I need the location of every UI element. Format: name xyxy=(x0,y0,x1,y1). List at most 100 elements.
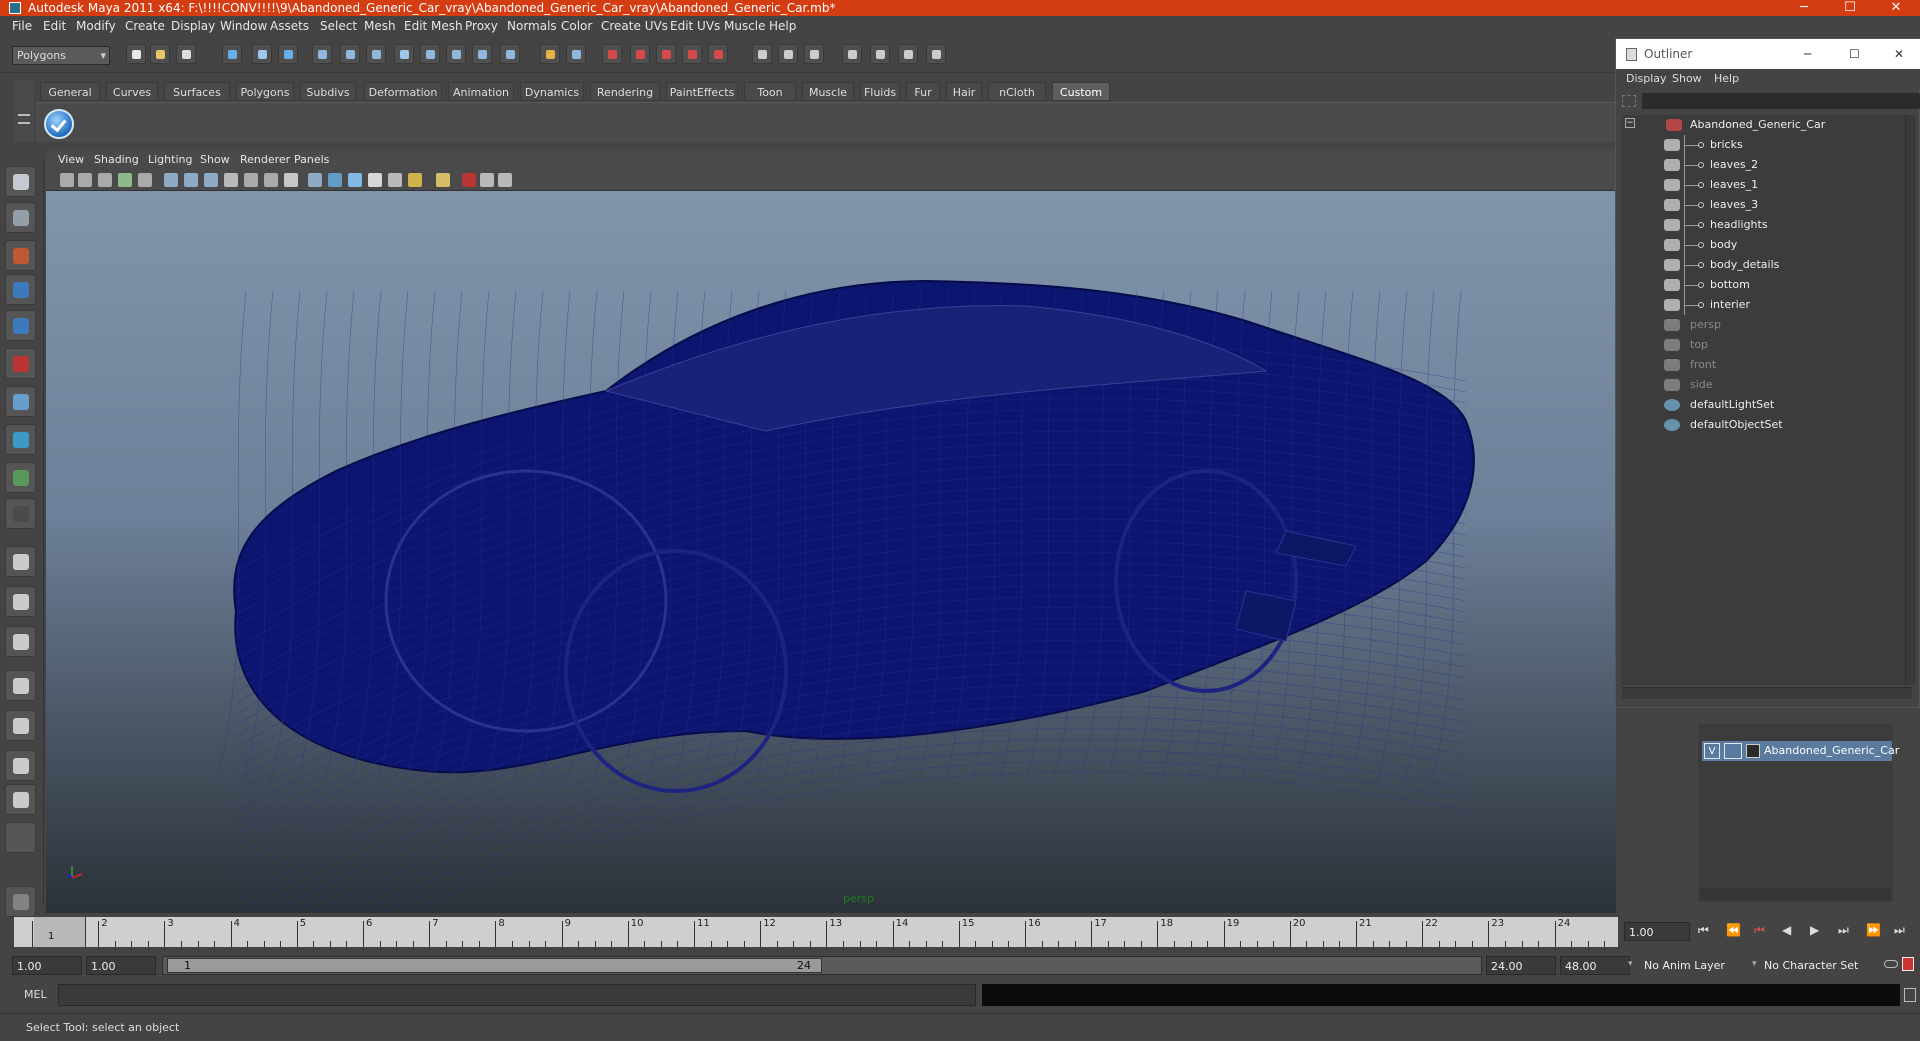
menu-create-uvs[interactable]: Create UVs xyxy=(601,19,668,33)
shelf-tab-animation[interactable]: Animation xyxy=(448,82,514,101)
universal-manipulator-icon[interactable] xyxy=(5,386,36,417)
status-tool-icon-18[interactable] xyxy=(630,44,650,64)
lasso-tool-icon[interactable] xyxy=(5,202,36,233)
panel-toolbar-icon-19[interactable] xyxy=(436,173,450,187)
panel-menu-lighting[interactable]: Lighting xyxy=(148,153,192,166)
status-tool-icon-11[interactable] xyxy=(420,44,440,64)
playback-start-field[interactable]: 1.00 xyxy=(86,956,156,975)
status-tool-icon-8[interactable] xyxy=(340,44,360,64)
menu-edit-uvs[interactable]: Edit UVs xyxy=(670,19,720,33)
outliner-item[interactable]: headlights xyxy=(1622,215,1902,235)
shelf-tab-deformation[interactable]: Deformation xyxy=(364,82,442,101)
panel-toolbar-icon-22[interactable] xyxy=(498,173,512,187)
time-slider[interactable]: 1234567891011121314151617181920212223241 xyxy=(14,917,1618,947)
select-tool-icon[interactable] xyxy=(5,166,36,197)
panel-toolbar-icon-18[interactable] xyxy=(408,173,422,187)
status-tool-icon-24[interactable] xyxy=(804,44,824,64)
step-forward-frame-button[interactable]: ⏭ xyxy=(1838,923,1849,938)
graph-layout-icon[interactable] xyxy=(5,750,36,781)
menu-help[interactable]: Help xyxy=(769,19,796,33)
outliner-item[interactable]: bricks xyxy=(1622,135,1902,155)
go-to-start-button[interactable]: ⏮ xyxy=(1698,923,1709,938)
filter-icon[interactable] xyxy=(1622,95,1636,107)
minimize-button[interactable]: ─ xyxy=(1782,0,1826,16)
menu-assets[interactable]: Assets xyxy=(270,19,309,33)
outliner-menu-display[interactable]: Display xyxy=(1626,72,1667,85)
range-slider-track[interactable]: 1 24 xyxy=(162,956,1482,975)
panel-toolbar-icon-2[interactable] xyxy=(78,173,92,187)
shelf-tab-curves[interactable]: Curves xyxy=(106,82,158,101)
panel-toolbar-icon-14[interactable] xyxy=(328,173,342,187)
maximize-button[interactable]: ☐ xyxy=(1828,0,1872,16)
panel-menu-panels[interactable]: Panels xyxy=(294,153,329,166)
menu-color[interactable]: Color xyxy=(561,19,592,33)
step-back-frame-button[interactable]: ⏮ xyxy=(1754,923,1765,938)
anim-layer-selector[interactable]: No Anim Layer xyxy=(1640,956,1742,975)
persp-graph-layout-icon[interactable] xyxy=(5,670,36,701)
panel-toolbar-icon-15[interactable] xyxy=(348,173,362,187)
menu-file[interactable]: File xyxy=(12,19,32,33)
current-time-field[interactable]: 1.00 xyxy=(1624,922,1690,941)
outliner-item[interactable]: leaves_2 xyxy=(1622,155,1902,175)
shelf-tab-fur[interactable]: Fur xyxy=(906,82,940,101)
panel-menu-view[interactable]: View xyxy=(58,153,84,166)
single-perspective-layout-icon[interactable] xyxy=(5,546,36,577)
shelf-tab-painteffects[interactable]: PaintEffects xyxy=(666,82,738,101)
shelf-tab-rendering[interactable]: Rendering xyxy=(590,82,660,101)
outliner-item[interactable]: body_details xyxy=(1622,255,1902,275)
panel-toolbar-icon-7[interactable] xyxy=(184,173,198,187)
shelf-tab-ncloth[interactable]: nCloth xyxy=(988,82,1046,101)
panel-toolbar-icon-8[interactable] xyxy=(204,173,218,187)
outliner-item[interactable]: side xyxy=(1622,375,1902,395)
status-tool-icon-25[interactable] xyxy=(842,44,862,64)
shelf-tab-toon[interactable]: Toon xyxy=(744,82,796,101)
panel-toolbar-icon-16[interactable] xyxy=(368,173,382,187)
soft-mod-tool-icon[interactable] xyxy=(5,424,36,455)
shelf-tab-general[interactable]: General xyxy=(40,82,100,101)
shelf-tab-hair[interactable]: Hair xyxy=(946,82,982,101)
animation-end-field[interactable]: 48.00 xyxy=(1560,956,1630,975)
outliner-item[interactable]: interier xyxy=(1622,295,1902,315)
panel-toolbar-icon-11[interactable] xyxy=(264,173,278,187)
status-tool-icon-14[interactable] xyxy=(500,44,520,64)
playback-end-field[interactable]: 24.00 xyxy=(1486,956,1556,975)
menu-normals[interactable]: Normals xyxy=(507,19,557,33)
play-backwards-button[interactable]: ◀ xyxy=(1782,923,1791,937)
shelf-tab-surfaces[interactable]: Surfaces xyxy=(164,82,230,101)
panel-toolbar-icon-3[interactable] xyxy=(98,173,112,187)
status-tool-icon-27[interactable] xyxy=(898,44,918,64)
shelf-tab-fluids[interactable]: Fluids xyxy=(860,82,900,101)
render-view-icon-icon[interactable] xyxy=(5,886,36,917)
panel-toolbar-icon-17[interactable] xyxy=(388,173,402,187)
panel-toolbar-icon-12[interactable] xyxy=(284,173,298,187)
status-tool-icon-15[interactable] xyxy=(540,44,560,64)
panel-menu-renderer[interactable]: Renderer xyxy=(240,153,290,166)
outliner-item[interactable]: persp xyxy=(1622,315,1902,335)
collapse-button-icon[interactable] xyxy=(5,822,36,853)
panel-menu-shading[interactable]: Shading xyxy=(94,153,139,166)
auto-key-icon[interactable] xyxy=(1884,960,1898,968)
status-tool-icon-4[interactable] xyxy=(222,44,242,64)
layer-playback-toggle[interactable] xyxy=(1724,743,1742,759)
outliner-maximize-button[interactable]: ☐ xyxy=(1849,39,1860,69)
panel-toolbar-icon-21[interactable] xyxy=(480,173,494,187)
close-button[interactable]: ✕ xyxy=(1874,0,1918,16)
outliner-item[interactable]: body xyxy=(1622,235,1902,255)
layer-visibility-toggle[interactable]: V xyxy=(1704,743,1720,759)
status-tool-icon-7[interactable] xyxy=(312,44,332,64)
outliner-item[interactable]: Abandoned_Generic_Car xyxy=(1622,115,1902,135)
panel-toolbar-icon-10[interactable] xyxy=(244,173,258,187)
shelf-tab-dynamics[interactable]: Dynamics xyxy=(520,82,584,101)
layer-color-swatch[interactable] xyxy=(1746,744,1760,758)
command-language-toggle[interactable]: MEL xyxy=(24,988,47,1001)
current-frame-marker[interactable]: 1 xyxy=(34,917,86,947)
paint-select-tool-icon[interactable] xyxy=(5,240,36,271)
menu-create[interactable]: Create xyxy=(125,19,165,33)
status-tool-icon-1[interactable] xyxy=(126,44,146,64)
shelf-tab-polygons[interactable]: Polygons xyxy=(236,82,294,101)
panel-toolbar-icon-9[interactable] xyxy=(224,173,238,187)
outliner-vertical-scrollbar[interactable] xyxy=(1905,115,1915,685)
status-tool-icon-13[interactable] xyxy=(472,44,492,64)
go-to-end-button[interactable]: ⏭ xyxy=(1894,923,1905,938)
shelf-tab-subdivs[interactable]: Subdivs xyxy=(300,82,356,101)
